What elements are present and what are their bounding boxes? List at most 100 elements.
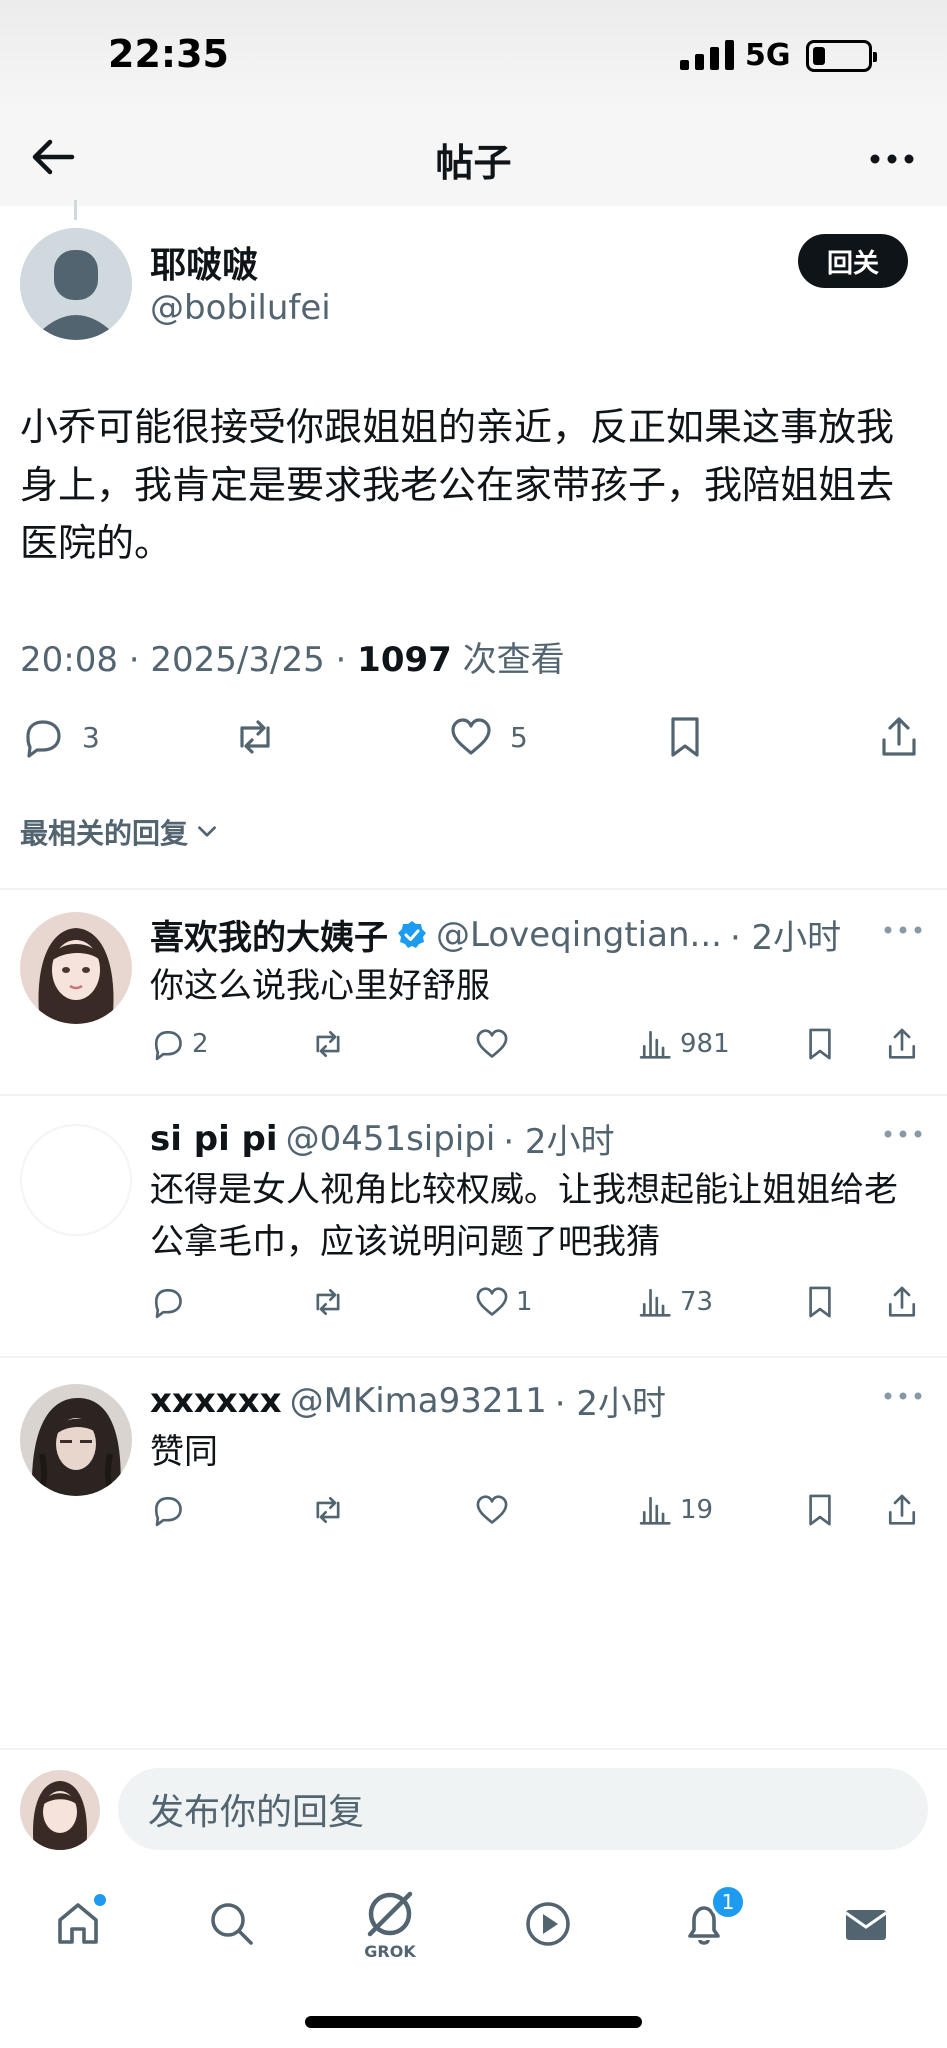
post-action-bar: 3 5 [0, 708, 947, 768]
reply-compose-bar: 发布你的回复 [0, 1748, 947, 1860]
like-button[interactable]: 1 [474, 1284, 533, 1320]
battery-icon [806, 40, 877, 72]
reply-icon [26, 720, 61, 758]
reply-avatar[interactable] [20, 912, 132, 1024]
bookmark-icon [671, 717, 699, 757]
share-button[interactable] [876, 714, 922, 760]
retweet-button[interactable] [232, 714, 278, 760]
views-button[interactable]: 19 [638, 1492, 713, 1528]
divider [0, 1094, 947, 1096]
tab-grok[interactable]: GROK [350, 1884, 430, 1964]
reply-author-handle[interactable]: @MKima93211 [290, 1381, 547, 1421]
reply-more-icon[interactable] [883, 924, 923, 936]
heart-icon [451, 718, 491, 755]
reply-sort-dropdown[interactable]: 最相关的回复 [20, 812, 220, 852]
reply-button[interactable] [150, 1492, 192, 1528]
retweet-button[interactable] [310, 1026, 352, 1062]
views-button[interactable]: 73 [638, 1284, 713, 1320]
reply-more-icon[interactable] [883, 1128, 923, 1140]
heart-icon [476, 1495, 508, 1524]
reply-more-icon[interactable] [883, 1390, 923, 1402]
reply-time: · 2小时 [554, 1384, 667, 1424]
reply-avatar[interactable] [20, 1384, 132, 1496]
reply-header: 喜欢我的大姨子 @Loveqingtian... · 2小时 [150, 910, 841, 959]
reply-action-bar: 19 [150, 1492, 930, 1536]
share-button[interactable] [884, 1026, 920, 1062]
retweet-icon [240, 720, 270, 754]
retweet-icon [316, 1496, 340, 1524]
follow-back-button[interactable]: 回关 [798, 234, 908, 288]
post-text: 小乔可能很接受你跟姐姐的亲近，反正如果这事放我身上，我肯定是要求我老公在家带孩子… [20, 405, 895, 565]
analytics-icon [639, 1030, 671, 1059]
like-button[interactable] [474, 1492, 516, 1528]
tab-messages[interactable] [826, 1884, 906, 1964]
status-time: 22:35 [108, 32, 229, 76]
share-icon [888, 1286, 916, 1317]
tab-notifications[interactable]: 1 [664, 1884, 746, 1964]
tab-video[interactable] [508, 1884, 588, 1964]
top-navigation-bar: 帖子 [0, 110, 947, 206]
reply-text: 赞同 [150, 1432, 218, 1472]
reply-input[interactable]: 发布你的回复 [118, 1768, 928, 1850]
post-metadata: 20:08 · 2025/3/25 · 1097 次查看 [20, 632, 565, 681]
analytics-icon [639, 1496, 671, 1525]
like-count: 5 [510, 720, 528, 754]
reply-author-handle[interactable]: @Loveqingtian... [436, 915, 722, 955]
share-icon [888, 1494, 916, 1525]
bookmark-button[interactable] [802, 1026, 838, 1062]
home-unread-dot [94, 1894, 106, 1906]
thread-connector-line [74, 200, 77, 220]
tab-search[interactable] [192, 1884, 272, 1964]
author-handle[interactable]: @bobilufei [150, 288, 331, 328]
reply-text: 你这么说我心里好舒服 [150, 966, 490, 1006]
reply-header: si pi pi @0451sipipi · 2小时 [150, 1114, 615, 1163]
reply-avatar[interactable] [20, 1124, 132, 1236]
current-user-avatar[interactable] [20, 1770, 100, 1850]
like-button[interactable]: 5 [448, 714, 528, 760]
reply-item[interactable]: 喜欢我的大姨子 @Loveqingtian... · 2小时 你这么说我心里好舒… [0, 910, 947, 1090]
reply-time: · 2小时 [729, 918, 842, 958]
reply-button[interactable]: 3 [20, 714, 100, 760]
reply-item[interactable]: xxxxxx @MKima93211 · 2小时 赞同 19 [0, 1376, 947, 1556]
reply-item[interactable]: si pi pi @0451sipipi · 2小时 还得是女人视角比较权威。让… [0, 1114, 947, 1354]
reply-author-name[interactable]: 喜欢我的大姨子 [150, 910, 388, 959]
retweet-icon [316, 1288, 340, 1316]
default-avatar-icon [20, 228, 132, 340]
notification-badge: 1 [710, 1884, 746, 1920]
reply-author-name[interactable]: si pi pi [150, 1119, 278, 1159]
bookmark-icon [809, 1286, 831, 1318]
views-button[interactable]: 981 [638, 1026, 730, 1062]
view-count: 19 [680, 1495, 714, 1525]
bookmark-button[interactable] [802, 1492, 838, 1528]
author-avatar[interactable] [20, 228, 132, 340]
more-options-icon[interactable] [867, 134, 917, 184]
heart-icon [476, 1029, 508, 1058]
retweet-button[interactable] [310, 1492, 352, 1528]
reply-button[interactable] [150, 1284, 192, 1320]
reply-icon [154, 1030, 182, 1061]
divider [0, 1356, 947, 1358]
tab-home[interactable] [38, 1884, 118, 1964]
share-button[interactable] [884, 1284, 920, 1320]
bookmark-button[interactable] [802, 1284, 838, 1320]
view-count: 981 [680, 1029, 730, 1059]
retweet-button[interactable] [310, 1284, 352, 1320]
reply-button[interactable]: 2 [150, 1026, 209, 1062]
share-button[interactable] [884, 1492, 920, 1528]
bookmark-button[interactable] [662, 714, 708, 760]
cellular-signal-icon [680, 40, 734, 70]
search-icon [211, 1903, 253, 1945]
post-view-count: 1097 [357, 640, 452, 680]
bookmark-icon [809, 1028, 831, 1060]
reply-icon [154, 1288, 182, 1319]
author-name[interactable]: 耶啵啵 [150, 236, 258, 288]
share-icon [882, 717, 916, 756]
chevron-down-icon [198, 826, 216, 837]
reply-author-handle[interactable]: @0451sipipi [286, 1119, 496, 1159]
reply-count: 3 [82, 720, 100, 754]
reply-author-name[interactable]: xxxxxx [150, 1381, 282, 1421]
like-button[interactable] [474, 1026, 516, 1062]
reply-action-bar: 1 73 [150, 1284, 930, 1328]
reply-time: · 2小时 [503, 1122, 615, 1162]
reply-icon [154, 1496, 182, 1527]
